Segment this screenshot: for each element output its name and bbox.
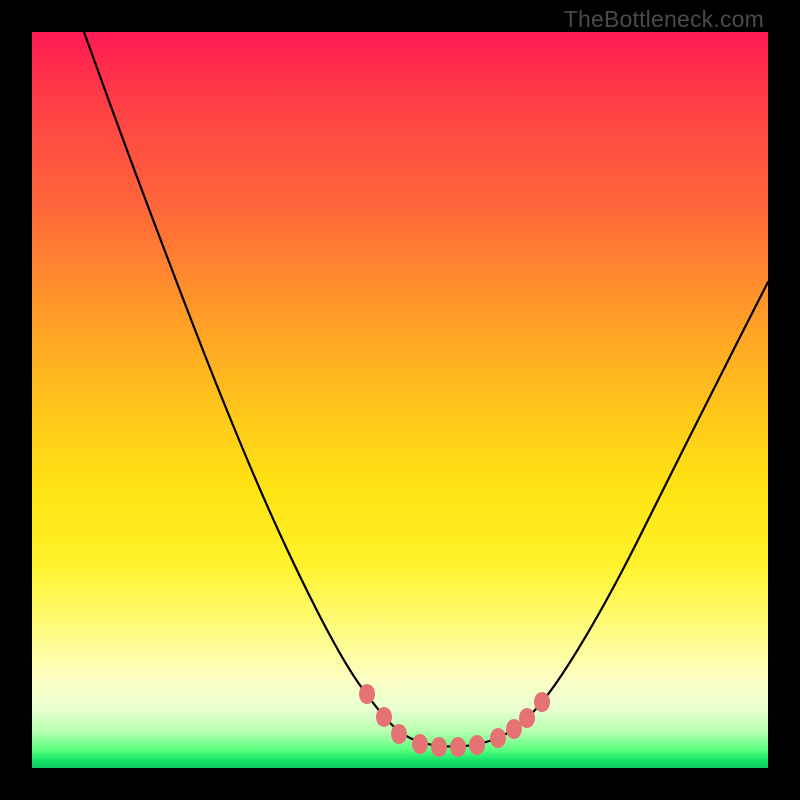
marker-dot: [431, 737, 447, 757]
marker-dot: [469, 735, 485, 755]
marker-dot: [490, 728, 506, 748]
marker-dot: [376, 707, 392, 727]
marker-dot: [534, 692, 550, 712]
marker-dot: [519, 708, 535, 728]
marker-dot: [359, 684, 375, 704]
watermark-text: TheBottleneck.com: [564, 6, 764, 33]
marker-dot: [506, 719, 522, 739]
marker-dot: [450, 737, 466, 757]
marker-dot: [412, 734, 428, 754]
curve-markers: [32, 32, 768, 768]
marker-dot: [391, 724, 407, 744]
chart-frame: TheBottleneck.com: [0, 0, 800, 800]
